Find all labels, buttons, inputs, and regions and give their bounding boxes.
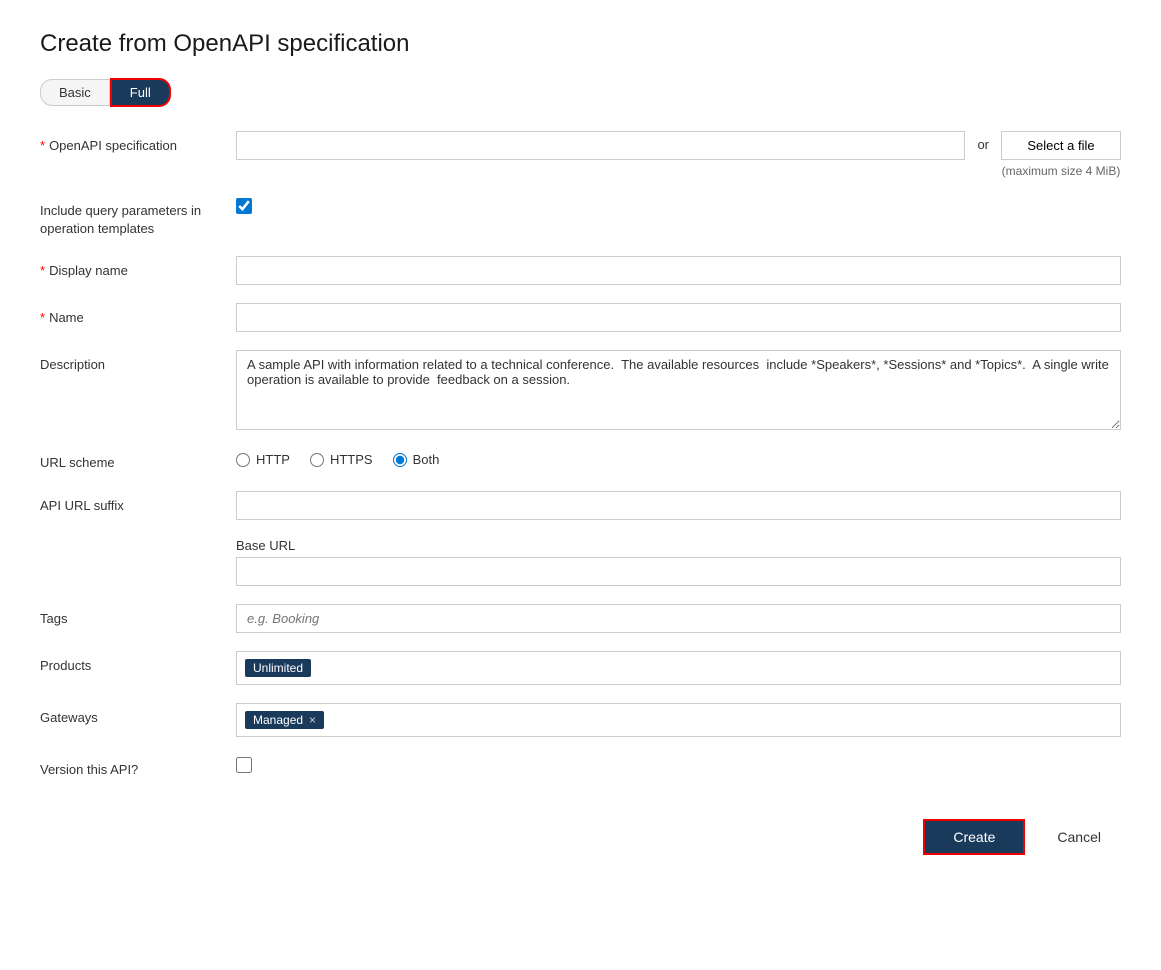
openapi-control-area: https://conferenceapi.azurewebsites.net/…: [236, 131, 1121, 178]
url-scheme-radio-group: HTTP HTTPS Both: [236, 448, 439, 467]
gateways-chip-wrapper[interactable]: Managed ×: [236, 703, 1121, 737]
openapi-row: *OpenAPI specification https://conferenc…: [40, 131, 1121, 178]
products-chip-unlimited: Unlimited: [245, 659, 311, 677]
api-url-suffix-row: API URL suffix conference: [40, 491, 1121, 520]
api-url-suffix-label: API URL suffix: [40, 491, 220, 515]
name-control: demo-conference-api: [236, 303, 1121, 332]
version-checkbox[interactable]: [236, 757, 252, 773]
gateways-chip-managed-remove[interactable]: ×: [309, 713, 316, 727]
description-control: A sample API with information related to…: [236, 350, 1121, 430]
url-scheme-row: URL scheme HTTP HTTPS Both: [40, 448, 1121, 472]
include-query-row: Include query parameters in operation te…: [40, 196, 1121, 238]
radio-https-input[interactable]: [310, 453, 324, 467]
description-label: Description: [40, 350, 220, 374]
radio-https[interactable]: HTTPS: [310, 452, 373, 467]
include-query-checkbox[interactable]: [236, 198, 252, 214]
products-control: Unlimited: [236, 651, 1121, 685]
file-max-size: (maximum size 4 MiB): [1002, 164, 1121, 178]
api-url-suffix-control: conference: [236, 491, 1121, 520]
description-row: Description A sample API with informatio…: [40, 350, 1121, 430]
radio-both-input[interactable]: [393, 453, 407, 467]
products-row: Products Unlimited: [40, 651, 1121, 685]
display-name-control: Demo Conference API: [236, 256, 1121, 285]
description-textarea[interactable]: A sample API with information related to…: [236, 350, 1121, 430]
form: *OpenAPI specification https://conferenc…: [40, 131, 1121, 779]
openapi-input[interactable]: https://conferenceapi.azurewebsites.net/…: [236, 131, 965, 160]
radio-http-input[interactable]: [236, 453, 250, 467]
base-url-input: http(s)://apim-hello-world-z.azure-api.n…: [236, 557, 1121, 586]
or-label: or: [977, 131, 989, 152]
version-row: Version this API?: [40, 755, 1121, 779]
tags-control: [236, 604, 1121, 633]
footer: Create Cancel: [40, 819, 1121, 855]
include-query-control: [236, 196, 1121, 214]
gateways-chip-managed: Managed ×: [245, 711, 324, 729]
cancel-button[interactable]: Cancel: [1037, 819, 1121, 855]
url-scheme-label: URL scheme: [40, 448, 220, 472]
name-input[interactable]: demo-conference-api: [236, 303, 1121, 332]
display-name-label: *Display name: [40, 256, 220, 280]
version-control: [236, 755, 1121, 773]
required-star-openapi: *: [40, 138, 45, 153]
create-button[interactable]: Create: [923, 819, 1025, 855]
url-scheme-control: HTTP HTTPS Both: [236, 448, 1121, 467]
radio-http[interactable]: HTTP: [236, 452, 290, 467]
required-star-name: *: [40, 310, 45, 325]
products-label: Products: [40, 651, 220, 675]
tags-row: Tags: [40, 604, 1121, 633]
tags-input[interactable]: [236, 604, 1121, 633]
gateways-row: Gateways Managed ×: [40, 703, 1121, 737]
radio-both[interactable]: Both: [393, 452, 440, 467]
products-chip-wrapper[interactable]: Unlimited: [236, 651, 1121, 685]
tab-basic[interactable]: Basic: [40, 79, 110, 106]
tab-full[interactable]: Full: [110, 78, 171, 107]
select-file-button[interactable]: Select a file: [1001, 131, 1121, 160]
page-title: Create from OpenAPI specification: [40, 30, 1121, 58]
gateways-label: Gateways: [40, 703, 220, 727]
tab-row: Basic Full: [40, 78, 1121, 107]
version-label: Version this API?: [40, 755, 220, 779]
include-query-label: Include query parameters in operation te…: [40, 196, 220, 238]
tags-label: Tags: [40, 604, 220, 628]
api-url-suffix-input[interactable]: conference: [236, 491, 1121, 520]
openapi-label: *OpenAPI specification: [40, 131, 220, 155]
base-url-label: Base URL: [236, 538, 1121, 553]
file-btn-wrapper: Select a file (maximum size 4 MiB): [1001, 131, 1121, 178]
base-url-section: Base URL http(s)://apim-hello-world-z.az…: [236, 538, 1121, 586]
name-label: *Name: [40, 303, 220, 327]
gateways-control: Managed ×: [236, 703, 1121, 737]
base-url-row: Base URL http(s)://apim-hello-world-z.az…: [40, 538, 1121, 586]
display-name-input[interactable]: Demo Conference API: [236, 256, 1121, 285]
name-row: *Name demo-conference-api: [40, 303, 1121, 332]
display-name-row: *Display name Demo Conference API: [40, 256, 1121, 285]
required-star-display: *: [40, 263, 45, 278]
